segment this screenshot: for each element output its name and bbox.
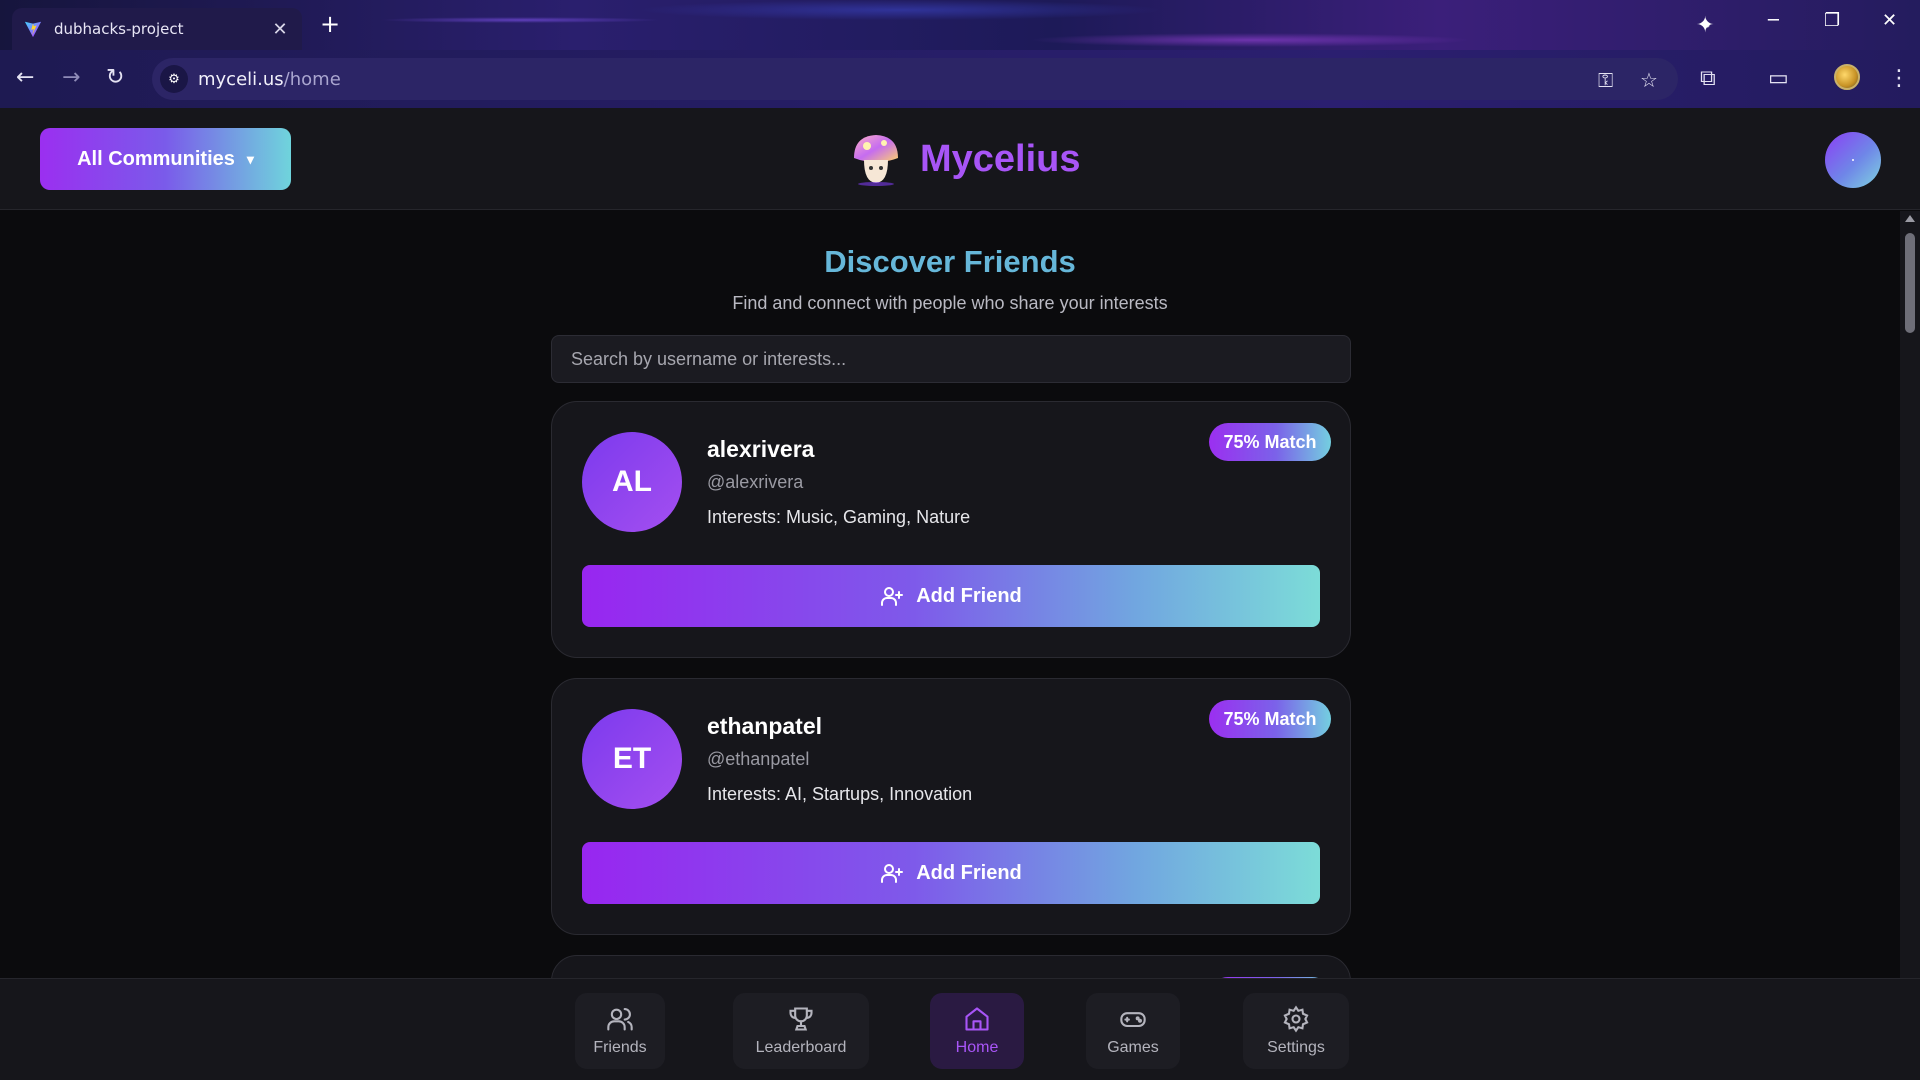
browser-tab[interactable]: dubhacks-project ✕: [12, 8, 302, 50]
nav-home-label: Home: [955, 1039, 999, 1056]
user-card-interests: Interests: Music, Gaming, Nature: [707, 507, 971, 527]
tab-close-icon[interactable]: ✕: [270, 19, 290, 40]
user-card: [551, 955, 1351, 978]
app-header: All Communities ▾ Mycelius: [0, 108, 1920, 210]
browser-toolbar: ← → ↻ ⚙ myceli.us/home ⚿ ☆ ⧉ ▭ ⋮: [0, 50, 1920, 108]
scrollbar[interactable]: [1900, 211, 1920, 978]
user-plus-icon: [881, 864, 904, 883]
forward-icon[interactable]: →: [62, 67, 80, 89]
reload-icon[interactable]: ↻: [106, 67, 124, 89]
browser-tab-strip: dubhacks-project ✕ + ✦ ─ ❐ ✕: [0, 0, 1920, 50]
restore-icon[interactable]: ❐: [1824, 10, 1840, 31]
address-bar[interactable]: ⚙ myceli.us/home ⚿ ☆: [152, 58, 1678, 100]
close-window-icon[interactable]: ✕: [1882, 10, 1897, 31]
chevron-down-icon: ▾: [246, 150, 254, 167]
url-path: /home: [283, 68, 341, 90]
user-card-interests: Interests: AI, Startups, Innovation: [707, 784, 973, 804]
url-host: myceli.us: [198, 68, 284, 90]
more-menu-icon[interactable]: ⋮: [1888, 66, 1910, 91]
page-title: Discover Friends: [824, 244, 1076, 279]
minimize-icon[interactable]: ─: [1768, 10, 1779, 31]
user-card-handle: @alexrivera: [707, 472, 804, 492]
trophy-icon: [789, 1007, 813, 1031]
bookmark-star-icon[interactable]: ☆: [1640, 68, 1658, 92]
gamepad-icon: [1120, 1012, 1146, 1028]
user-card-name: ethanpatel: [707, 713, 823, 739]
add-friend-button[interactable]: Add Friend: [582, 565, 1320, 627]
nav-settings-label: Settings: [1267, 1039, 1325, 1056]
app-name: Mycelius: [920, 137, 1081, 180]
browser-profile-avatar[interactable]: [1834, 64, 1860, 90]
cast-icon[interactable]: ▭: [1768, 66, 1789, 91]
mushroom-logo-icon: [854, 135, 898, 186]
nav-games-label: Games: [1107, 1039, 1159, 1056]
nav-home[interactable]: Home: [930, 993, 1024, 1069]
user-card-name: alexrivera: [707, 436, 815, 462]
search-input[interactable]: [551, 335, 1351, 383]
user-avatar[interactable]: [1825, 132, 1881, 188]
nav-leaderboard-label: Leaderboard: [755, 1039, 847, 1056]
nav-leaderboard[interactable]: Leaderboard: [733, 993, 869, 1069]
sparkle-icon[interactable]: ✦: [1696, 13, 1714, 38]
user-card: AL alexrivera @alexrivera Interests: Mus…: [551, 401, 1351, 658]
password-key-icon[interactable]: ⚿: [1598, 68, 1613, 92]
gear-icon: [1283, 1005, 1309, 1033]
match-badge: 75% Match: [1209, 700, 1331, 738]
back-icon[interactable]: ←: [16, 67, 34, 89]
user-card-avatar: AL: [582, 432, 682, 532]
user-card: ET ethanpatel @ethanpatel Interests: AI,…: [551, 678, 1351, 935]
nav-settings[interactable]: Settings: [1243, 993, 1349, 1069]
nav-friends[interactable]: Friends: [575, 993, 665, 1069]
community-selector-button[interactable]: All Communities ▾: [40, 128, 291, 190]
vite-favicon-icon: [24, 21, 42, 38]
new-tab-button[interactable]: +: [320, 12, 340, 36]
add-friend-label: Add Friend: [916, 861, 1022, 884]
user-plus-icon: [881, 587, 904, 606]
scroll-thumb[interactable]: [1905, 233, 1915, 333]
tab-title: dubhacks-project: [54, 20, 184, 38]
extensions-icon[interactable]: ⧉: [1700, 66, 1716, 91]
community-selector-label: All Communities: [77, 147, 235, 170]
add-friend-label: Add Friend: [916, 584, 1022, 607]
home-icon: [965, 1007, 989, 1031]
match-badge: 75% Match: [1209, 423, 1331, 461]
user-card-avatar: ET: [582, 709, 682, 809]
scroll-up-arrow-icon[interactable]: [1905, 215, 1915, 222]
site-info-icon[interactable]: ⚙: [160, 65, 188, 93]
main-content: Discover Friends Find and connect with p…: [0, 211, 1900, 978]
app-logo[interactable]: Mycelius: [850, 132, 1081, 186]
bottom-navigation: Friends Leaderboard Home Games Settings: [0, 978, 1920, 1080]
nav-friends-label: Friends: [593, 1039, 647, 1056]
nav-games[interactable]: Games: [1086, 993, 1180, 1069]
add-friend-button[interactable]: Add Friend: [582, 842, 1320, 904]
users-icon: [607, 1008, 633, 1031]
user-card-handle: @ethanpatel: [707, 749, 810, 769]
page-subtitle: Find and connect with people who share y…: [732, 293, 1168, 313]
